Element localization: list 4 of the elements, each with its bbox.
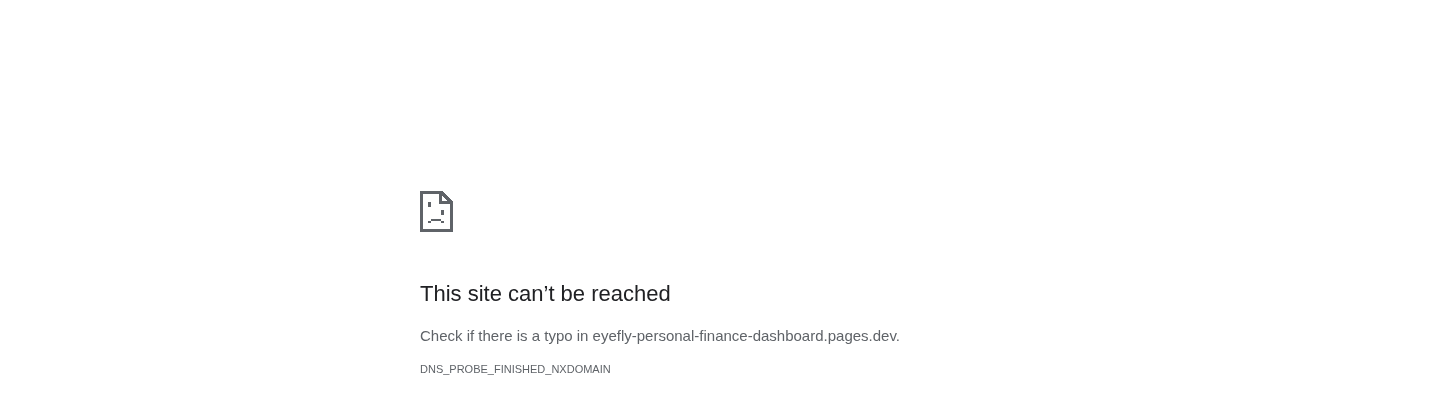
error-message: Check if there is a typo in eyefly-personal-finance-dashboard.pages.dev. [420,326,901,346]
error-code: DNS_PROBE_FINISHED_NXDOMAIN [420,362,612,376]
sad-page-icon [419,190,453,232]
error-heading: This site can’t be reached [420,280,672,308]
